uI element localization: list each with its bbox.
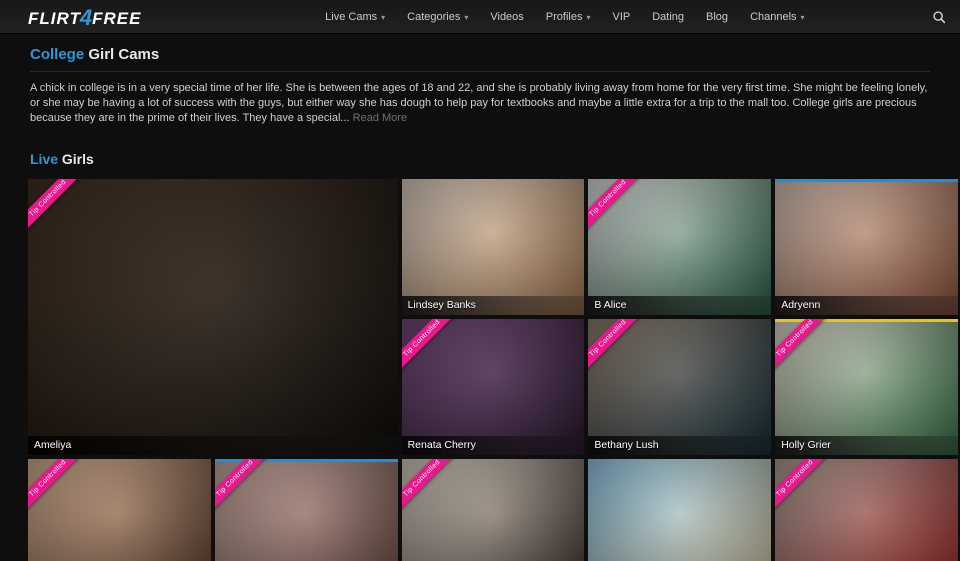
model-card-monica-daniels[interactable]: Tip ControlledMonica Daniels [775,459,958,561]
nav-item-label: Profiles [546,11,583,23]
model-thumbnail [402,179,585,315]
model-name: Adryenn [775,296,958,315]
chevron-down-icon: ▾ [801,13,805,22]
status-top-border [775,179,958,182]
top-nav-bar: FLIRT4FREE Live Cams ▾ Categories ▾ Videos Pr… [0,0,960,34]
model-thumbnail [28,179,398,455]
nav-item-label: Channels [750,11,796,23]
nav-item-live-cams[interactable]: Live Cams ▾ [325,11,385,23]
logo-text-four: 4 [80,5,93,31]
nav-item-label: Categories [407,11,460,23]
category-description: A chick in college is in a very special … [30,81,930,126]
nav-item-dating[interactable]: Dating [652,11,684,23]
description-text: A chick in college is in a very special … [30,82,927,124]
nav-item-profiles[interactable]: Profiles▾ [546,11,591,23]
model-card-lindsey-banks[interactable]: Lindsey Banks [402,179,585,315]
chevron-down-icon: ▾ [586,13,590,22]
search-icon [932,10,946,24]
nav-item-channels[interactable]: Channels ▾ [750,11,805,23]
nav-item-label: Dating [652,11,684,23]
nav-item-label: Videos [490,11,523,23]
model-name: Ameliya [28,436,398,455]
model-card-b-alice[interactable]: Tip ControlledB Alice [588,179,771,315]
nav-item-blog[interactable]: Blog [706,11,728,23]
model-card-ari-orient[interactable]: Ari Orient [588,459,771,561]
chevron-down-icon: ▾ [464,13,468,22]
model-card-bethany-lush[interactable]: Tip ControlledBethany Lush [588,319,771,455]
model-card-renata-cherry[interactable]: Tip ControlledRenata Cherry [402,319,585,455]
page-title-rest: Girl Cams [84,46,159,63]
section-title-accent: Live [30,151,58,167]
main-nav: Live Cams▾Categories▾VideosProfiles▾VIPD… [205,11,804,23]
site-logo[interactable]: FLIRT4FREE [28,4,141,30]
title-divider [30,71,930,72]
model-card-ameliya[interactable]: Tip ControlledAmeliya [28,179,398,455]
chevron-down-icon: ▾ [381,13,385,22]
model-card-dannel[interactable]: Tip ControlledDannel [215,459,398,561]
nav-item-label: Live Cams [325,11,377,23]
model-card-holly-grier[interactable]: Tip ControlledHolly Grier [775,319,958,455]
model-card-adryenn[interactable]: Adryenn [775,179,958,315]
model-card-nodia[interactable]: Tip ControlledNodia [402,459,585,561]
page-title-accent: College [30,46,84,63]
section-title: Live Girls [30,151,930,167]
logo-text-free: FREE [92,9,141,29]
page-title: College Girl Cams [30,46,930,71]
nav-item-label: VIP [613,11,631,23]
model-name: B Alice [588,296,771,315]
section-title-rest: Girls [58,151,94,167]
live-girls-grid: Tip ControlledAmeliyaLindsey BanksTip Co… [28,179,958,561]
nav-item-label: Blog [706,11,728,23]
model-thumbnail [588,459,771,561]
model-name: Bethany Lush [588,436,771,455]
search-button[interactable] [932,10,946,24]
model-name: Holly Grier [775,436,958,455]
model-name: Lindsey Banks [402,296,585,315]
read-more-link[interactable]: Read More [353,112,407,124]
nav-item-videos[interactable]: Videos [490,11,523,23]
model-thumbnail [775,179,958,315]
nav-item-categories[interactable]: Categories ▾ [407,11,468,23]
model-card-victoria-romano[interactable]: Tip ControlledVictoria Romano [28,459,211,561]
nav-item-vip[interactable]: VIP [613,11,631,23]
logo-text-flirt: FLIRT [28,9,81,29]
model-name: Renata Cherry [402,436,585,455]
